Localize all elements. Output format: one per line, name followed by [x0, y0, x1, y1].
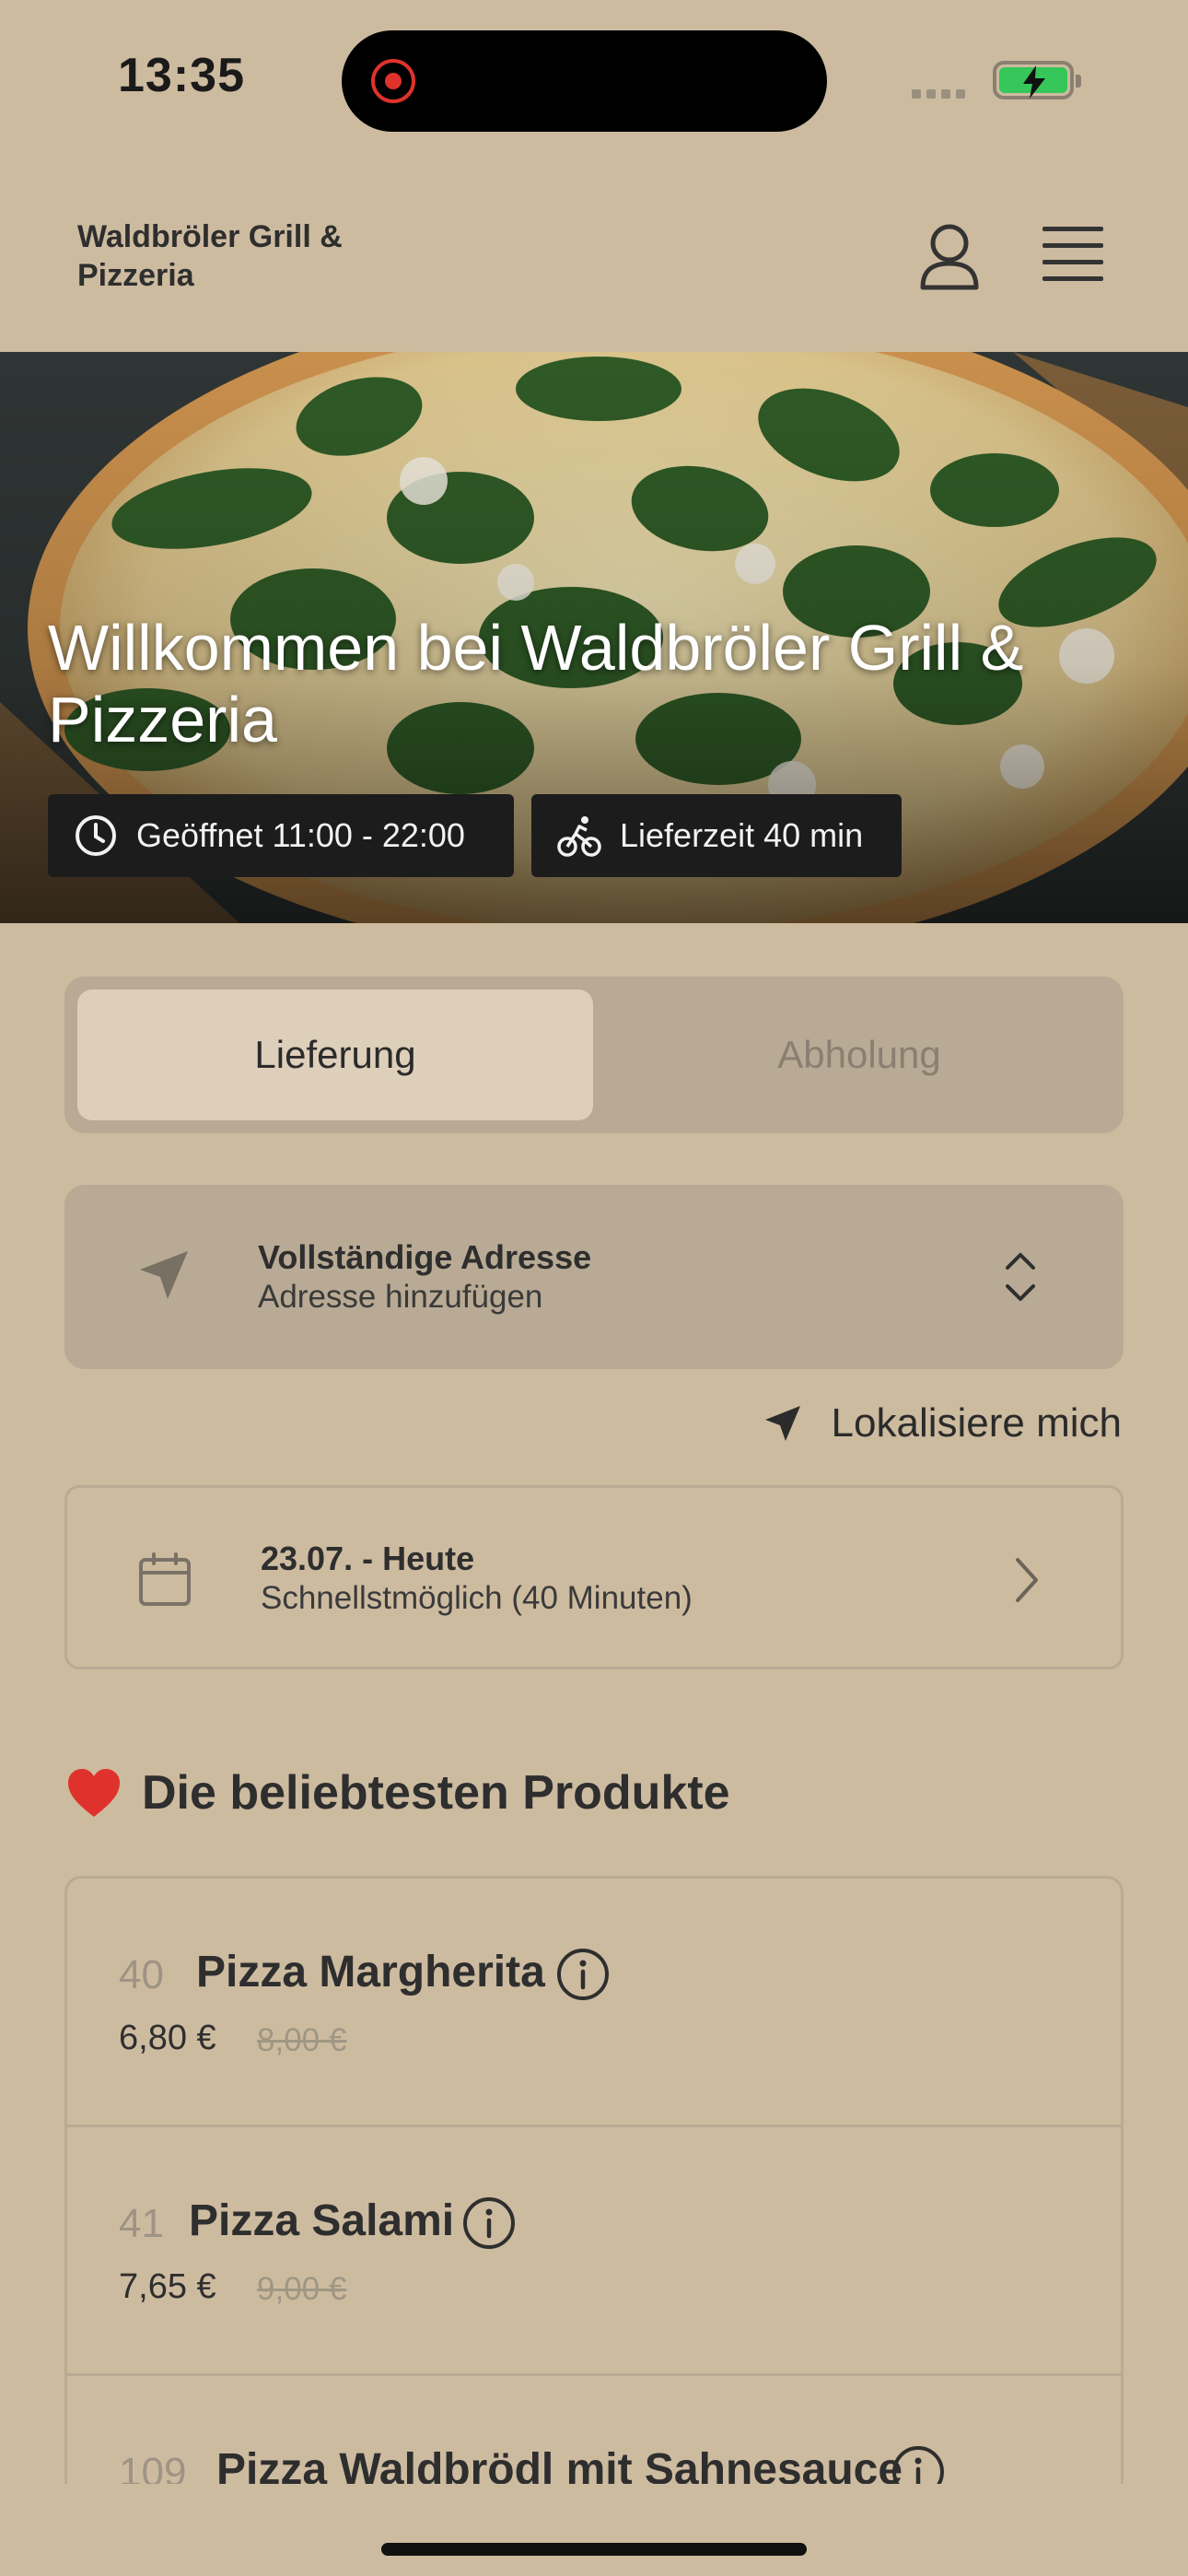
product-old-price: 9,00 € — [257, 2271, 347, 2307]
list-item[interactable]: 40 Pizza Margherita 6,80 € 8,00 € — [67, 1879, 1121, 2127]
menu-button[interactable] — [1042, 227, 1103, 282]
delivery-time-badge: Lieferzeit 40 min — [531, 794, 902, 877]
popular-products-heading: Die beliebtesten Produkte — [66, 1765, 730, 1821]
recording-icon — [371, 59, 415, 103]
product-name: Pizza Waldbrödl mit Sahnesauce — [216, 2445, 903, 2484]
product-price: 6,80 € — [119, 2019, 216, 2057]
order-mode-toggle: Lieferung Abholung — [64, 977, 1124, 1133]
product-name: Pizza Margherita — [196, 1948, 545, 1996]
app-header: Waldbröler Grill & Pizzeria — [0, 166, 1188, 352]
product-list: 40 Pizza Margherita 6,80 € 8,00 € 41 Piz… — [64, 1876, 1124, 2484]
home-indicator[interactable] — [381, 2543, 807, 2556]
calendar-icon — [139, 1552, 191, 1606]
clock-icon — [76, 815, 116, 856]
address-selector[interactable]: Vollständige Adresse Adresse hinzufügen — [64, 1185, 1124, 1369]
product-number: 41 — [119, 2201, 164, 2246]
status-time: 13:35 — [118, 49, 245, 102]
opening-hours-badge: Geöffnet 11:00 - 22:00 — [48, 794, 514, 877]
dynamic-island — [342, 30, 827, 132]
address-subtitle: Adresse hinzufügen — [258, 1279, 543, 1315]
delivery-date: 23.07. - Heute — [261, 1540, 475, 1577]
product-old-price: 8,00 € — [257, 2022, 347, 2058]
locate-me-label: Lokalisiere mich — [831, 1400, 1122, 1446]
delivery-time-selector[interactable]: 23.07. - Heute Schnellstmöglich (40 Minu… — [64, 1485, 1124, 1669]
cyclist-icon — [557, 816, 601, 857]
navigation-arrow-icon — [764, 1406, 800, 1441]
product-name: Pizza Salami — [189, 2196, 455, 2245]
chevron-up-down-icon — [1006, 1253, 1035, 1301]
tab-delivery[interactable]: Lieferung — [77, 989, 593, 1120]
product-price: 7,65 € — [119, 2267, 216, 2306]
product-number: 40 — [119, 1952, 164, 1997]
hero-title: Willkommen bei Waldbröler Grill & Pizzer… — [48, 612, 1024, 755]
brand-name[interactable]: Waldbröler Grill & Pizzeria — [77, 217, 446, 295]
location-arrow-icon — [140, 1251, 188, 1299]
chevron-right-icon — [1016, 1558, 1038, 1602]
info-icon[interactable] — [891, 2444, 946, 2484]
user-icon — [920, 224, 979, 290]
signal-icon — [912, 87, 971, 103]
locate-me-button[interactable]: Lokalisiere mich — [762, 1400, 1122, 1446]
hamburger-icon — [1042, 227, 1103, 281]
opening-hours-text: Geöffnet 11:00 - 22:00 — [136, 816, 465, 854]
hero-banner: Willkommen bei Waldbröler Grill & Pizzer… — [0, 352, 1188, 923]
heart-icon — [68, 1769, 120, 1817]
delivery-slot: Schnellstmöglich (40 Minuten) — [261, 1580, 693, 1616]
delivery-time-text: Lieferzeit 40 min — [620, 816, 864, 854]
product-number: 109 — [119, 2450, 187, 2484]
status-bar: 13:35 — [0, 0, 1188, 166]
info-icon[interactable] — [461, 2195, 517, 2251]
info-icon[interactable] — [555, 1947, 611, 2002]
account-button[interactable] — [917, 221, 982, 291]
battery-icon — [993, 61, 1081, 100]
address-title: Vollständige Adresse — [258, 1238, 592, 1276]
list-item[interactable]: 41 Pizza Salami 7,65 € 9,00 € — [67, 2127, 1121, 2376]
popular-products-title: Die beliebtesten Produkte — [142, 1766, 730, 1820]
tab-pickup[interactable]: Abholung — [608, 989, 1111, 1120]
list-item[interactable]: 109 Pizza Waldbrödl mit Sahnesauce — [67, 2376, 1121, 2484]
